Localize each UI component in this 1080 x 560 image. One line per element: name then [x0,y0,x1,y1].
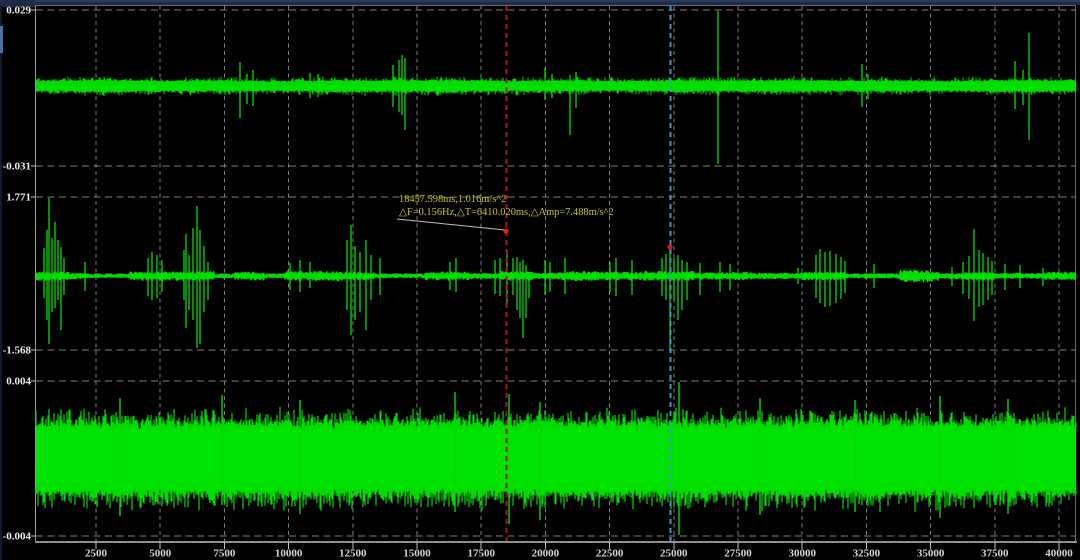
svg-text:△F=0.156Hz,△T=6410.020ms,△Amp=: △F=0.156Hz,△T=6410.020ms,△Amp=7.488m/s^2 [399,207,614,218]
svg-text:35000: 35000 [917,548,945,560]
svg-text:25000: 25000 [660,548,688,560]
svg-text:1.771: 1.771 [6,192,31,204]
svg-text:17500: 17500 [467,548,495,560]
svg-text:15000: 15000 [403,548,431,560]
svg-text:12500: 12500 [339,548,367,560]
svg-text:0.004: 0.004 [6,376,31,388]
svg-text:-0.031: -0.031 [3,161,31,173]
svg-text:27500: 27500 [724,548,752,560]
svg-text:5000: 5000 [149,548,172,560]
svg-text:-0.004: -0.004 [3,531,32,543]
svg-text:32500: 32500 [853,548,881,560]
svg-text:37500: 37500 [981,548,1009,560]
svg-text:0.029: 0.029 [6,5,31,17]
svg-text:22500: 22500 [596,548,624,560]
svg-text:18457.598ms,1.016m/s^2: 18457.598ms,1.016m/s^2 [399,194,506,205]
svg-text:-1.568: -1.568 [3,345,32,357]
svg-text:10000: 10000 [275,548,303,560]
svg-text:40000: 40000 [1045,548,1073,560]
svg-text:30000: 30000 [788,548,816,560]
svg-text:7500: 7500 [213,548,236,560]
svg-text:2500: 2500 [85,548,108,560]
svg-text:20000: 20000 [532,548,560,560]
